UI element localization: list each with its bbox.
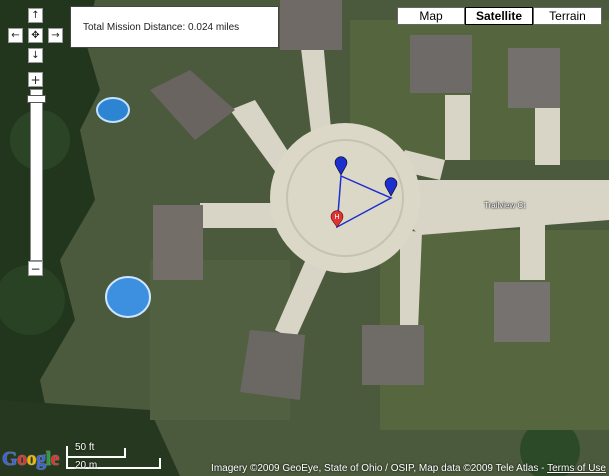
scale-feet-label: 50 ft: [75, 442, 95, 453]
map-type-satellite-button[interactable]: Satellite: [465, 7, 533, 25]
pan-center-button[interactable]: ✥: [28, 28, 43, 43]
satellite-map[interactable]: [0, 0, 609, 476]
pan-left-button[interactable]: ←: [8, 28, 23, 43]
google-logo[interactable]: Google: [2, 448, 60, 471]
pan-down-button[interactable]: ↓: [28, 48, 43, 63]
attribution: Imagery ©2009 GeoEye, State of Ohio / OS…: [211, 463, 606, 474]
pan-right-button[interactable]: →: [48, 28, 63, 43]
zoom-slider-track[interactable]: [30, 89, 43, 261]
zoom-out-button[interactable]: −: [28, 261, 43, 276]
street-label: Trailview Ct: [484, 201, 526, 210]
pan-up-button[interactable]: ↑: [28, 8, 43, 23]
cul-de-sac: [270, 123, 420, 273]
pool: [105, 276, 151, 318]
zoom-slider-thumb[interactable]: [27, 95, 46, 103]
mission-distance-panel: Total Mission Distance: 0.024 miles: [70, 6, 279, 48]
map-type-map-button[interactable]: Map: [397, 7, 465, 25]
terms-of-use-link[interactable]: Terms of Use: [547, 463, 606, 474]
attribution-text: Imagery ©2009 GeoEye, State of Ohio / OS…: [211, 463, 548, 474]
scale-meters-label: 20 m: [75, 460, 98, 471]
map-type-terrain-button[interactable]: Terrain: [533, 7, 602, 25]
mission-distance-text: Total Mission Distance: 0.024 miles: [83, 22, 240, 33]
pool: [96, 97, 130, 123]
home-marker-glyph: H: [334, 213, 339, 221]
zoom-in-button[interactable]: +: [28, 72, 43, 87]
